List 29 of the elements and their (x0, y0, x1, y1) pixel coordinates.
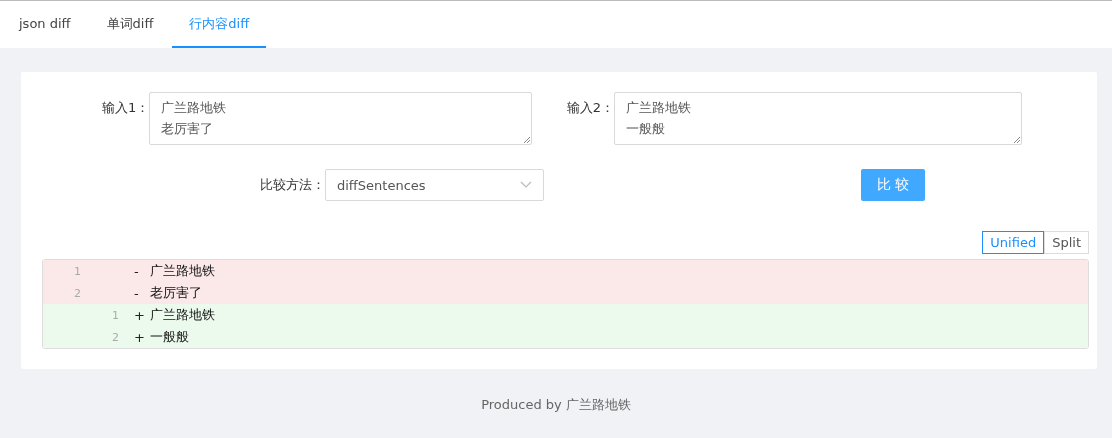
tab[interactable]: json diff (2, 1, 88, 48)
resize-handle-icon[interactable] (1013, 136, 1020, 143)
tab[interactable]: 单词diff (89, 1, 171, 48)
diff-sign: - (134, 285, 140, 301)
view-mode-toggle[interactable]: Split (1044, 231, 1089, 254)
method-select[interactable]: diffSentences (325, 169, 544, 201)
field-label: 比较方法： (259, 176, 325, 194)
line-number: 2 (111, 330, 119, 344)
input-line: 老厉害了 (161, 120, 214, 138)
footer-text: Produced by 广兰路地铁 (481, 397, 631, 412)
chevron-down-icon (520, 181, 532, 189)
line-number: 1 (111, 308, 119, 322)
input-line: 广兰路地铁 (161, 99, 227, 117)
line-text: 广兰路地铁 (150, 262, 215, 280)
input-line: 一般般 (626, 120, 665, 138)
field-label: 输入1： (101, 99, 150, 117)
diff-sign: - (134, 263, 140, 279)
diff-sign: + (134, 307, 146, 323)
line-number: 2 (73, 286, 81, 300)
line-text: 老厉害了 (150, 284, 202, 302)
diff-sign: + (134, 329, 146, 345)
resize-handle-icon[interactable] (523, 136, 530, 143)
input-field[interactable]: 广兰路地铁 一般般 (614, 92, 1022, 145)
line-text: 一般般 (150, 328, 189, 346)
input-line: 广兰路地铁 (626, 99, 691, 117)
line-number: 1 (73, 264, 81, 278)
field-label: 输入2： (565, 99, 614, 117)
line-text: 广兰路地铁 (150, 306, 215, 324)
input-field[interactable]: 广兰路地铁 老厉害了 (149, 92, 532, 145)
